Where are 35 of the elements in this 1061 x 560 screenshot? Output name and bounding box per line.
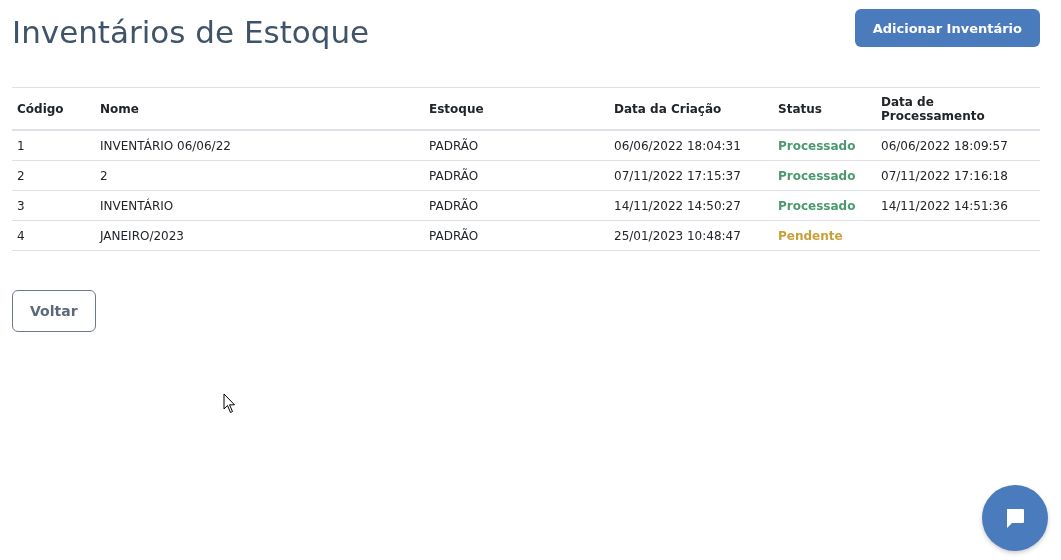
table-cell: PADRÃO <box>424 190 609 221</box>
status-cell: Processado <box>773 190 876 221</box>
chat-bubble-icon <box>1004 507 1026 529</box>
table-cell: 2 <box>12 160 95 191</box>
table-cell: 07/11/2022 17:16:18 <box>876 160 1040 191</box>
add-inventory-button[interactable]: Adicionar Inventário <box>854 9 1040 47</box>
mouse-pointer-icon <box>223 393 237 414</box>
status-cell: Processado <box>773 130 876 161</box>
table-cell: 2 <box>95 160 424 191</box>
table-cell: INVENTÁRIO 06/06/22 <box>95 130 424 161</box>
column-header: Nome <box>95 88 424 130</box>
table-cell: 3 <box>12 190 95 221</box>
table-cell: PADRÃO <box>424 130 609 161</box>
table-cell: INVENTÁRIO <box>95 190 424 221</box>
column-header: Estoque <box>424 88 609 130</box>
page-title: Inventários de Estoque <box>12 13 370 52</box>
status-cell: Pendente <box>773 220 876 251</box>
table-cell: 06/06/2022 18:09:57 <box>876 130 1040 161</box>
table-cell: 14/11/2022 14:51:36 <box>876 190 1040 221</box>
table-cell: JANEIRO/2023 <box>95 220 424 251</box>
table-cell: PADRÃO <box>424 160 609 191</box>
column-header: Status <box>773 88 876 130</box>
table-cell: 1 <box>12 130 95 161</box>
table-cell: 14/11/2022 14:50:27 <box>609 190 773 221</box>
table-cell: 06/06/2022 18:04:31 <box>609 130 773 161</box>
table-cell: 07/11/2022 17:15:37 <box>609 160 773 191</box>
table-cell: 4 <box>12 220 95 251</box>
column-header: Data da Criação <box>609 88 773 130</box>
table-cell: PADRÃO <box>424 220 609 251</box>
chat-button[interactable] <box>982 485 1048 551</box>
status-cell: Processado <box>773 160 876 191</box>
table-cell: 25/01/2023 10:48:47 <box>609 220 773 251</box>
back-button[interactable]: Voltar <box>12 290 96 332</box>
column-header: Data de Processamento <box>876 88 1040 130</box>
column-header: Código <box>12 88 95 130</box>
